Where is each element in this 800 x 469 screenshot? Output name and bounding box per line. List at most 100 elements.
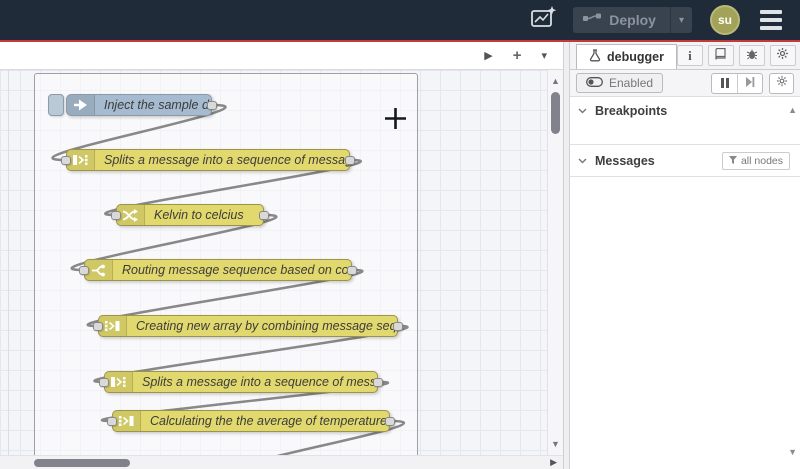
node-label: Routing message sequence based on condit… (122, 263, 351, 277)
sidebar: debugger i Enabled Breakpoints Messages … (570, 42, 800, 469)
node-input-port[interactable] (111, 210, 121, 220)
vertical-scroll-thumb[interactable] (551, 92, 560, 134)
flow-node-join[interactable]: Calculating the the average of temperatu… (112, 410, 390, 432)
breakpoints-header[interactable]: Breakpoints (570, 97, 800, 124)
breakpoints-section: Breakpoints (570, 97, 800, 145)
debugger-toolbar: Enabled (570, 70, 800, 97)
sidebar-scroll-down-icon[interactable]: ▼ (788, 447, 797, 457)
chevron-down-icon (578, 158, 587, 164)
scroll-right-icon[interactable]: ▶ (550, 457, 557, 468)
caret-down-icon: ▾ (678, 14, 684, 26)
scroll-down-icon[interactable]: ▼ (551, 437, 560, 451)
messages-filter-button[interactable]: all nodes (721, 152, 790, 170)
canvas-horizontal-scrollbar[interactable]: ▶ (0, 455, 563, 469)
split-icon (67, 150, 95, 170)
deploy-label: Deploy (609, 12, 656, 28)
add-flow-button[interactable]: + (513, 47, 522, 64)
step-button[interactable] (737, 73, 762, 93)
enabled-label: Enabled (609, 76, 654, 90)
book-icon (714, 47, 727, 65)
shuffle-icon (117, 205, 145, 225)
crosshair-cursor (384, 107, 407, 135)
user-avatar[interactable]: su (710, 5, 740, 35)
node-label: Calculating the the average of temperatu… (150, 414, 387, 428)
breakpoints-empty-list (570, 124, 800, 144)
breakpoints-title: Breakpoints (595, 104, 668, 118)
pause-icon (720, 78, 724, 88)
flow-assistant-button[interactable] (527, 5, 559, 35)
canvas-vertical-scrollbar[interactable]: ▲ ▼ (547, 70, 563, 455)
flow-node-split[interactable]: Splits a message into a sequence of mess… (66, 149, 350, 171)
node-output-port[interactable] (259, 210, 269, 220)
flow-canvas[interactable]: Inject the sample data Splits a message i… (0, 70, 547, 455)
sidebar-scroll-up-icon[interactable]: ▲ (788, 105, 797, 115)
messages-section: Messages all nodes (570, 145, 800, 177)
node-input-port[interactable] (79, 265, 89, 275)
node-output-port[interactable] (385, 416, 395, 426)
node-output-port[interactable] (347, 265, 357, 275)
deploy-button-group: Deploy ▾ (573, 7, 692, 33)
debugger-settings-button[interactable] (769, 72, 794, 94)
info-tab-button[interactable]: i (676, 45, 703, 66)
tab-scroll-right-button[interactable]: ▶ (484, 49, 492, 62)
debug-tab-button[interactable] (738, 45, 765, 66)
node-label: Kelvin to celcius (154, 208, 244, 222)
flow-node-switch[interactable]: Routing message sequence based on condit… (84, 259, 352, 281)
node-input-port[interactable] (99, 377, 109, 387)
flow-node-split[interactable]: Splits a message into a sequence of mess… (104, 371, 378, 393)
node-label: Creating new array by combining message … (136, 319, 397, 333)
main-menu-button[interactable] (754, 6, 788, 34)
info-icon: i (688, 47, 692, 63)
avatar-initials: su (717, 13, 732, 27)
funnel-icon (728, 155, 737, 167)
deploy-icon (583, 11, 602, 29)
flow-assistant-icon (528, 4, 558, 37)
flow-list-button[interactable]: ▾ (541, 49, 547, 62)
gear-icon (776, 74, 788, 92)
node-red-app: Deploy ▾ su ▶ + ▾ Inject the sample Spli… (0, 0, 800, 469)
gear-icon (776, 47, 789, 65)
flow-node-inject[interactable]: Inject the sample data (48, 94, 212, 116)
node-label: Inject the sample data (104, 98, 211, 112)
toggle-on-icon (586, 74, 603, 92)
messages-filter-label: all nodes (740, 155, 783, 167)
node-input-port[interactable] (107, 416, 117, 426)
fork-icon (85, 260, 113, 280)
help-tab-button[interactable] (707, 45, 734, 66)
deploy-options-button[interactable]: ▾ (669, 7, 692, 33)
chevron-down-icon (578, 108, 587, 114)
node-input-port[interactable] (61, 155, 71, 165)
header-bar: Deploy ▾ su (0, 0, 800, 40)
flask-icon (589, 49, 601, 65)
node-label: Splits a message into a sequence of mess… (104, 153, 350, 167)
node-output-port[interactable] (345, 155, 355, 165)
flow-node-join[interactable]: Creating new array by combining message … (98, 315, 398, 337)
step-icon (745, 74, 755, 92)
node-output-port[interactable] (207, 100, 217, 110)
config-tab-button[interactable] (769, 45, 796, 66)
tab-debugger[interactable]: debugger (576, 44, 677, 69)
tab-debugger-label: debugger (607, 50, 664, 64)
messages-header[interactable]: Messages all nodes (570, 145, 800, 176)
node-output-port[interactable] (393, 321, 403, 331)
hamburger-icon (760, 10, 782, 14)
node-input-port[interactable] (93, 321, 103, 331)
horizontal-scroll-thumb[interactable] (34, 459, 130, 467)
debugger-panel: Breakpoints Messages all nodes ▲ ▼ (570, 97, 800, 469)
node-label: Splits a message into a sequence of mess… (142, 375, 377, 389)
join-icon (113, 411, 141, 431)
bug-icon (746, 47, 758, 65)
pause-button[interactable] (712, 74, 737, 93)
inject-trigger-button[interactable] (48, 94, 64, 116)
join-icon (99, 316, 127, 336)
workspace: ▶ + ▾ Inject the sample data Splits a mes… (0, 42, 564, 469)
messages-title: Messages (595, 154, 655, 168)
scroll-up-icon[interactable]: ▲ (551, 74, 560, 88)
inject-arrow-icon (67, 95, 95, 115)
debugger-enabled-toggle[interactable]: Enabled (576, 73, 664, 93)
deploy-button[interactable]: Deploy (573, 7, 670, 33)
sidebar-tabbar: debugger i (570, 42, 800, 70)
node-output-port[interactable] (373, 377, 383, 387)
flow-node-change[interactable]: Kelvin to celcius (116, 204, 264, 226)
split-icon (105, 372, 133, 392)
